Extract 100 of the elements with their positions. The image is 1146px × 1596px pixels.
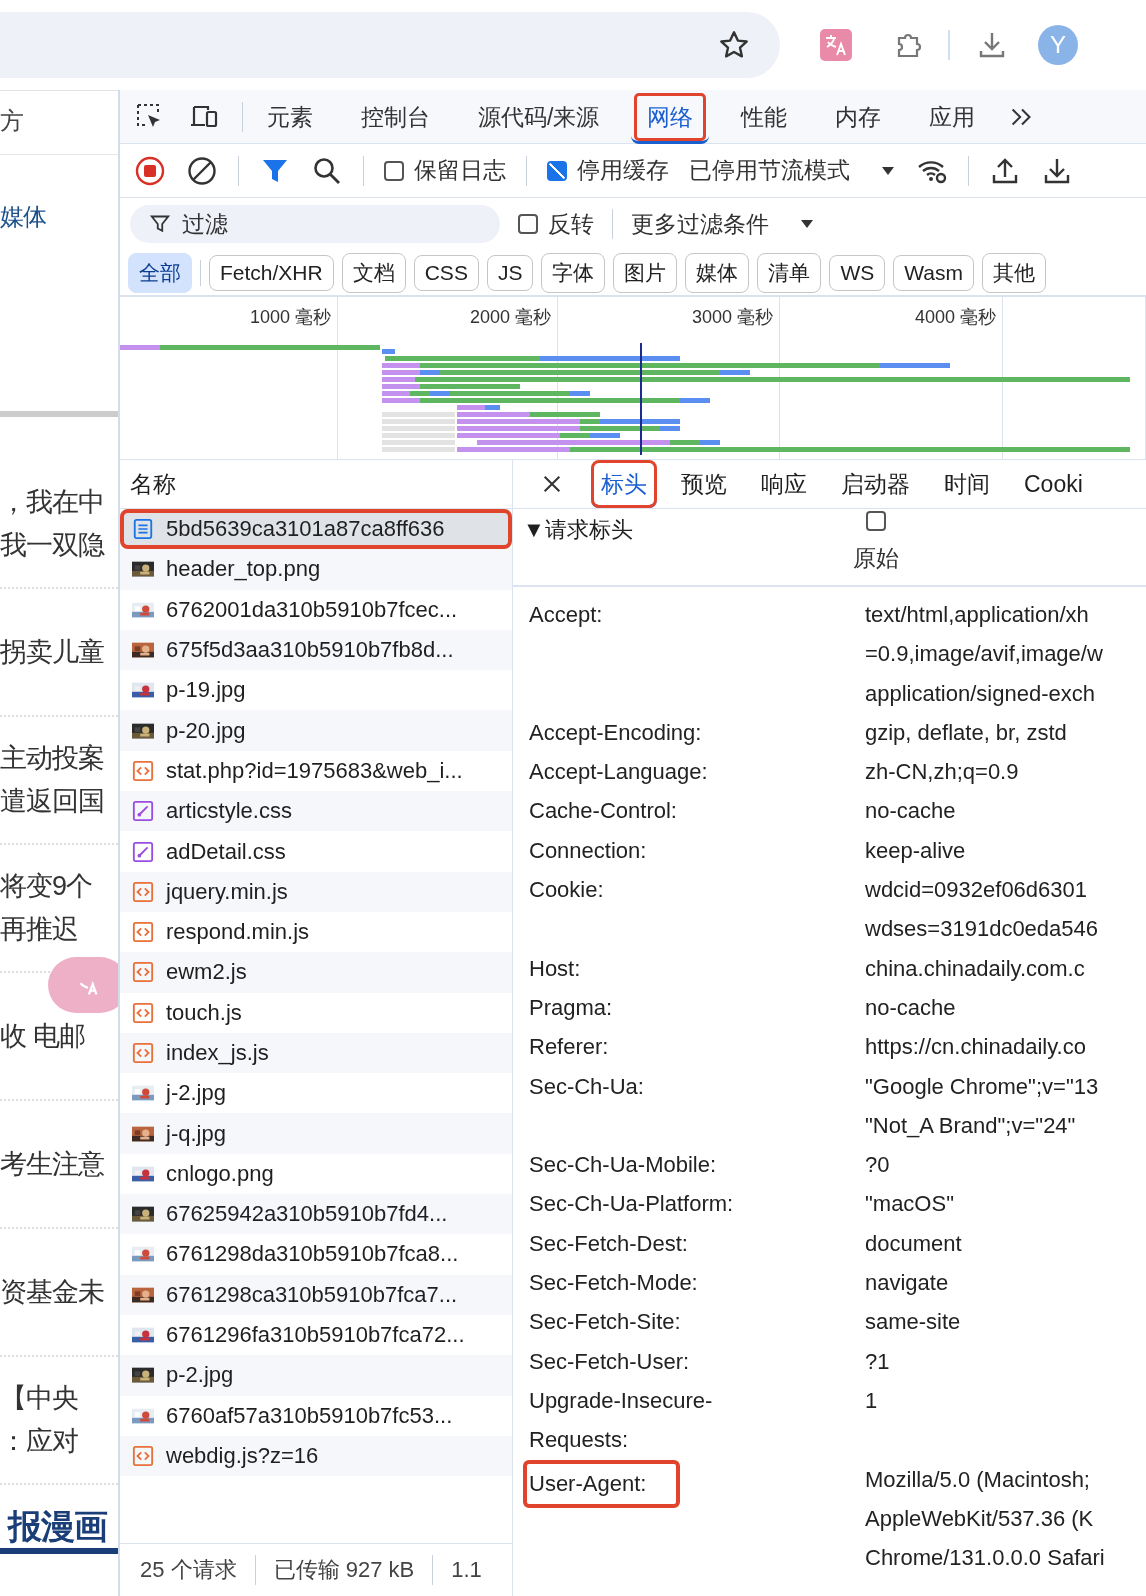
request-name: p-20.jpg: [166, 717, 246, 744]
status-text: 1.1: [451, 1557, 482, 1583]
header-value: wdses=3191dc0eda546: [865, 915, 1099, 944]
headline-text[interactable]: 主动投案: [0, 737, 104, 780]
request-row[interactable]: index_js.js: [120, 1032, 512, 1074]
tick-label: 2000 毫秒: [469, 306, 551, 329]
headline-text[interactable]: 遣返回国: [0, 780, 104, 823]
headline-text[interactable]: 将变9个: [0, 865, 93, 908]
request-name: respond.min.js: [166, 919, 310, 946]
request-row[interactable]: 6761298ca310b5910b7fca7...: [120, 1274, 512, 1315]
type-filter-chip[interactable]: 清单: [757, 252, 822, 293]
detail-tab[interactable]: 响应: [751, 460, 817, 508]
header-name: Sec-Ch-Ua-Platform:: [529, 1190, 734, 1219]
headline-text[interactable]: 收 电邮: [0, 1014, 85, 1058]
request-row[interactable]: webdig.js?z=16: [120, 1435, 512, 1477]
type-filter-chip[interactable]: 全部: [128, 252, 192, 293]
request-row[interactable]: 5bd5639ca3101a87ca8ff636: [120, 509, 512, 550]
header-name: Connection:: [529, 836, 647, 865]
clear-icon[interactable]: [186, 154, 218, 187]
headline-text[interactable]: 考生注意: [0, 1142, 104, 1186]
type-filter-chip[interactable]: Wasm: [893, 254, 974, 291]
request-row[interactable]: p-19.jpg: [120, 670, 512, 711]
disable-cache-checkbox[interactable]: 停用缓存: [547, 155, 669, 186]
header-value: "Google Chrome";v="13: [865, 1072, 1099, 1101]
headline-text[interactable]: ：应对: [0, 1420, 78, 1463]
header-value: "Not_A Brand";v="24": [865, 1111, 1077, 1140]
panel-tab[interactable]: 控制台: [345, 90, 446, 144]
request-row[interactable]: jquery.min.js: [120, 871, 512, 912]
request-row[interactable]: cnlogo.png: [120, 1153, 512, 1195]
request-name: webdig.js?z=16: [166, 1442, 319, 1469]
panel-tab[interactable]: 内存: [819, 90, 898, 144]
request-row[interactable]: articstyle.css: [120, 791, 512, 832]
request-row[interactable]: j-q.jpg: [120, 1113, 512, 1154]
request-row[interactable]: 6761298da310b5910b7fca8...: [120, 1234, 512, 1275]
header-value: 1: [865, 1386, 878, 1415]
header-value: =0.9,image/avif,image/w: [865, 640, 1103, 669]
type-filter-chip[interactable]: JS: [486, 254, 534, 291]
request-row[interactable]: adDetail.css: [120, 831, 512, 872]
headline-text[interactable]: 【中央: [0, 1377, 78, 1420]
request-row[interactable]: p-2.jpg: [120, 1355, 512, 1396]
request-row[interactable]: 6760af57a310b5910b7fc53...: [120, 1395, 512, 1436]
headline-text[interactable]: 方: [0, 99, 23, 142]
panel-tab[interactable]: 性能: [725, 90, 804, 144]
type-filter-chip[interactable]: CSS: [413, 254, 479, 291]
request-name: j-2.jpg: [166, 1080, 226, 1107]
throttling-dropdown[interactable]: 已停用节流模式: [689, 155, 896, 186]
type-filter-chip[interactable]: WS: [829, 254, 886, 291]
type-filter-chip[interactable]: Fetch/XHR: [209, 254, 334, 291]
request-row[interactable]: stat.php?id=1975683&web_i...: [120, 750, 512, 792]
request-row[interactable]: touch.js: [120, 992, 512, 1033]
request-row[interactable]: p-20.jpg: [120, 710, 512, 751]
header-value: Mozilla/5.0 (Macintosh;: [865, 1465, 1091, 1494]
type-filter-chip[interactable]: 文档: [341, 252, 406, 293]
filter-field[interactable]: 过滤: [130, 205, 500, 243]
headline-text[interactable]: 我一双隐: [0, 524, 104, 567]
request-row[interactable]: ewm2.js: [120, 952, 512, 993]
preserve-log-checkbox[interactable]: 保留日志: [384, 155, 506, 186]
more-filters-dropdown[interactable]: 更多过滤条件: [631, 208, 815, 240]
section-title[interactable]: ▼请求标头: [523, 515, 633, 545]
request-row[interactable]: header_top.png: [120, 549, 512, 590]
detail-tab[interactable]: 启动器: [831, 460, 920, 508]
invert-checkbox[interactable]: 反转: [518, 208, 594, 240]
type-filter-chip[interactable]: 字体: [541, 252, 606, 293]
type-filter-chip[interactable]: 媒体: [685, 252, 750, 293]
type-filter-chip[interactable]: 其他: [981, 252, 1046, 293]
request-name: header_top.png: [166, 556, 321, 583]
type-filter-chip[interactable]: 图片: [613, 252, 678, 293]
request-name: articstyle.css: [166, 798, 292, 825]
request-name: cnlogo.png: [166, 1160, 274, 1187]
panel-tab[interactable]: 应用: [913, 90, 992, 144]
request-row[interactable]: 675f5d3aa310b5910b7fb8d...: [120, 629, 512, 671]
detail-tab[interactable]: Cooki: [1014, 460, 1093, 508]
request-row[interactable]: j-2.jpg: [120, 1073, 512, 1114]
panel-tab[interactable]: 网络: [631, 90, 710, 144]
headline-text[interactable]: 再推迟: [0, 908, 78, 951]
request-name: j-q.jpg: [166, 1120, 226, 1147]
detail-tab[interactable]: 标头: [591, 460, 657, 508]
request-row[interactable]: 6762001da310b5910b7fcec...: [120, 589, 512, 630]
headline-text[interactable]: 资基金未: [0, 1270, 104, 1314]
detail-tab[interactable]: 时间: [934, 460, 1000, 508]
detail-tab[interactable]: 预览: [671, 460, 737, 508]
header-value: "macOS": [865, 1190, 954, 1219]
header-name: Accept-Language:: [529, 758, 708, 787]
request-name: 675f5d3aa310b5910b7fb8d...: [166, 637, 454, 664]
record-icon[interactable]: [134, 154, 166, 187]
headline-text[interactable]: 报漫画: [0, 1505, 107, 1548]
headline-text[interactable]: 媒体: [0, 195, 46, 238]
request-row[interactable]: respond.min.js: [120, 911, 512, 953]
raw-checkbox[interactable]: 原始: [853, 511, 899, 574]
header-name: Cache-Control:: [529, 797, 677, 826]
brush-file-icon: [132, 800, 154, 823]
tick-label: 4000 毫秒: [914, 306, 996, 329]
request-row[interactable]: 6761296fa310b5910b7fca72...: [120, 1314, 512, 1356]
close-icon[interactable]: [541, 473, 563, 495]
headline-text[interactable]: ，我在中: [0, 481, 104, 524]
header-name: Upgrade-Insecure-Requests:: [529, 1386, 714, 1455]
request-row[interactable]: 67625942a310b5910b7fd4...: [120, 1194, 512, 1235]
panel-tab[interactable]: 源代码/来源: [462, 90, 616, 144]
panel-tab[interactable]: 元素: [251, 90, 329, 144]
headline-text[interactable]: 拐卖儿童: [0, 630, 104, 674]
